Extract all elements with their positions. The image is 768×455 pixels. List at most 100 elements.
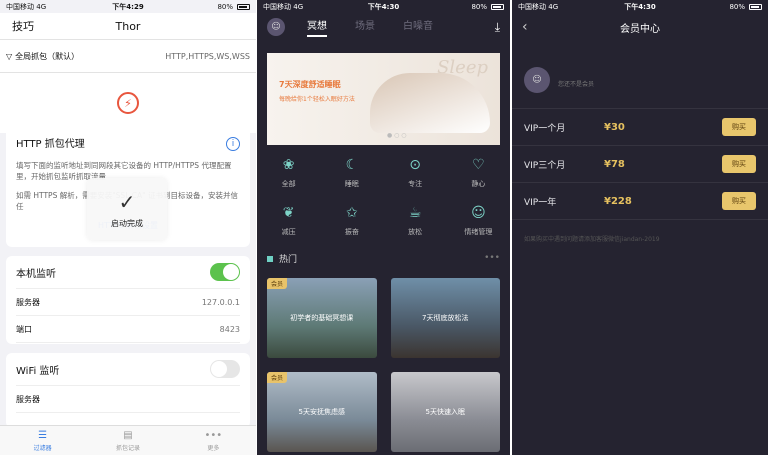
smile-icon: ☺ xyxy=(471,205,486,221)
banner-dots: ● ○ ○ xyxy=(387,132,407,139)
plan-row: VIP一个月 ¥30 购买 xyxy=(512,109,768,146)
member-status: 您还不是会员 xyxy=(558,81,595,88)
cat-label: 放松 xyxy=(408,228,423,236)
course-title: 初学者的基础冥想课 xyxy=(290,314,354,322)
info-icon[interactable]: i xyxy=(226,137,240,151)
heart-icon: ♡ xyxy=(472,157,485,173)
status-time: 下午4:29 xyxy=(112,2,144,11)
tab-bar: ☰ 过滤器 ▤ 抓包记录 ••• 更多 xyxy=(0,425,256,455)
target-icon: ⊙ xyxy=(409,157,421,173)
sliders-icon: ☰ xyxy=(38,429,48,441)
filter-icon: ▽ xyxy=(6,51,13,61)
buy-button[interactable]: 购买 xyxy=(722,155,756,173)
tab-meditation[interactable]: 冥想 xyxy=(307,17,327,37)
plan-price: ¥228 xyxy=(604,195,632,207)
cup-icon: ☕ xyxy=(408,205,422,221)
records-icon: ▤ xyxy=(123,429,133,441)
cat-label: 全部 xyxy=(281,180,296,188)
plan-price: ¥30 xyxy=(604,121,625,133)
plan-row: VIP一年 ¥228 购买 xyxy=(512,183,768,220)
grid-icon: ❀ xyxy=(282,157,295,173)
cat-uplift[interactable]: ✩ 振奋 xyxy=(320,203,383,237)
cat-all[interactable]: ❀ 全部 xyxy=(257,155,320,189)
wifi-server-label: 服务器 xyxy=(16,394,40,404)
port-value: 8423 xyxy=(219,324,240,334)
status-bar: 中国移动 4G 下午4:30 80% xyxy=(512,0,768,13)
filter-protocols: HTTP,HTTPS,WS,WSS xyxy=(165,51,250,61)
page-title: 会员中心 xyxy=(620,23,660,35)
cat-sleep[interactable]: ☾ 睡眠 xyxy=(320,155,383,189)
tab-label: 更多 xyxy=(207,444,220,452)
course-card[interactable]: 5天快速入眠 xyxy=(390,372,500,452)
course-card[interactable]: 会员 5天安抚焦虑感 xyxy=(267,372,377,452)
hot-title: 热门 xyxy=(279,254,298,265)
battery-icon xyxy=(491,3,504,10)
member-tag: 会员 xyxy=(267,372,288,383)
port-label: 端口 xyxy=(16,324,32,334)
server-value: 127.0.0.1 xyxy=(201,297,240,307)
wifi-listen-toggle[interactable] xyxy=(210,360,240,378)
thor-screen: 中国移动 4G 下午4:29 80% 技巧 Thor ▽ 全局抓包（默认） HTT… xyxy=(0,0,256,455)
meditation-screen: 中国移动 4G 下午4:30 80% ☺ 冥想 场景 白噪音 ⤓ Sleep 7… xyxy=(257,0,510,455)
cat-label: 静心 xyxy=(471,180,486,188)
nav-bar: ☺ 冥想 场景 白噪音 ⤓ xyxy=(257,13,510,41)
back-icon[interactable]: ‹ xyxy=(522,19,528,35)
tab-scene[interactable]: 场景 xyxy=(355,17,375,37)
nav-bar: 技巧 Thor xyxy=(0,13,256,39)
status-time: 下午4:30 xyxy=(367,2,400,11)
status-time: 下午4:30 xyxy=(624,2,656,11)
local-listen-toggle[interactable] xyxy=(210,263,240,281)
buy-button[interactable]: 购买 xyxy=(722,118,756,136)
banner-title: 7天深度舒适睡眠 xyxy=(279,80,341,89)
plan-name: VIP一年 xyxy=(524,197,557,208)
plan-row: VIP三个月 ¥78 购买 xyxy=(512,146,768,183)
course-card[interactable]: 7天彻底放松法 xyxy=(390,278,500,358)
course-title: 5天安抚焦虑感 xyxy=(298,408,345,416)
lightning-icon[interactable]: ⚡ xyxy=(117,92,139,114)
battery-icon xyxy=(749,3,762,10)
nav-bar: ‹ 会员中心 xyxy=(512,13,768,41)
cat-relax[interactable]: ☕ 放松 xyxy=(384,203,447,237)
plan-name: VIP三个月 xyxy=(524,160,566,171)
cat-label: 振奋 xyxy=(344,228,359,236)
member-tag: 会员 xyxy=(267,278,288,289)
tab-records[interactable]: ▤ 抓包记录 xyxy=(85,426,170,455)
banner-subtitle: 每晚给你1个轻松入眠好方法 xyxy=(279,96,355,103)
more-icon[interactable]: ••• xyxy=(484,253,500,263)
local-listen-card: 本机监听 服务器 127.0.0.1 端口 8423 xyxy=(6,256,250,344)
battery-icon xyxy=(237,3,250,10)
checkmark-icon: ✓ xyxy=(118,189,136,214)
support-note: 如果购买中遇到问题请添加客服微信jiandan-2019 xyxy=(524,236,660,243)
cat-relief[interactable]: ❦ 减压 xyxy=(257,203,320,237)
download-icon[interactable]: ⤓ xyxy=(495,20,500,35)
leaf-icon: ❦ xyxy=(282,205,295,221)
plan-price: ¥78 xyxy=(604,158,625,170)
proxy-title: HTTP 抓包代理 xyxy=(16,139,85,150)
tab-filter[interactable]: ☰ 过滤器 xyxy=(0,426,85,455)
tab-label: 过滤器 xyxy=(33,444,52,452)
filter-row[interactable]: ▽ 全局抓包（默认） HTTP,HTTPS,WS,WSS xyxy=(0,39,256,73)
course-card[interactable]: 会员初学者的基础冥想课 xyxy=(267,278,377,358)
local-listen-label: 本机监听 xyxy=(16,268,56,280)
tab-white-noise[interactable]: 白噪音 xyxy=(403,17,433,37)
cat-label: 睡眠 xyxy=(344,180,359,188)
cat-focus[interactable]: ⊙ 专注 xyxy=(384,155,447,189)
wifi-listen-label: WiFi 监听 xyxy=(16,365,60,377)
status-bar: 中国移动 4G 下午4:30 80% xyxy=(257,0,510,13)
toast-text: 启动完成 xyxy=(111,218,143,228)
cat-calm[interactable]: ♡ 静心 xyxy=(447,155,510,189)
tab-label: 抓包记录 xyxy=(115,444,140,452)
member-info: ☺ 您还不是会员 xyxy=(512,51,768,109)
buy-button[interactable]: 购买 xyxy=(722,192,756,210)
course-title: 7天彻底放松法 xyxy=(422,314,469,322)
cat-emotion[interactable]: ☺ 情绪管理 xyxy=(447,203,510,237)
toast: ✓ 启动完成 xyxy=(87,178,167,240)
cat-label: 专注 xyxy=(408,180,423,188)
cat-label: 情绪管理 xyxy=(464,228,493,236)
sleeping-woman-image xyxy=(370,73,490,133)
avatar[interactable]: ☺ xyxy=(267,18,285,36)
tab-more[interactable]: ••• 更多 xyxy=(171,426,256,455)
sleep-banner[interactable]: Sleep 7天深度舒适睡眠 每晚给你1个轻松入眠好方法 ● ○ ○ xyxy=(267,53,500,145)
hot-section: 热门 ••• 会员 初学者的基础冥想课 7天彻底放松法 会员 5天安抚焦虑感 5天快速… xyxy=(257,248,510,452)
start-area: ⚡ xyxy=(0,73,256,133)
